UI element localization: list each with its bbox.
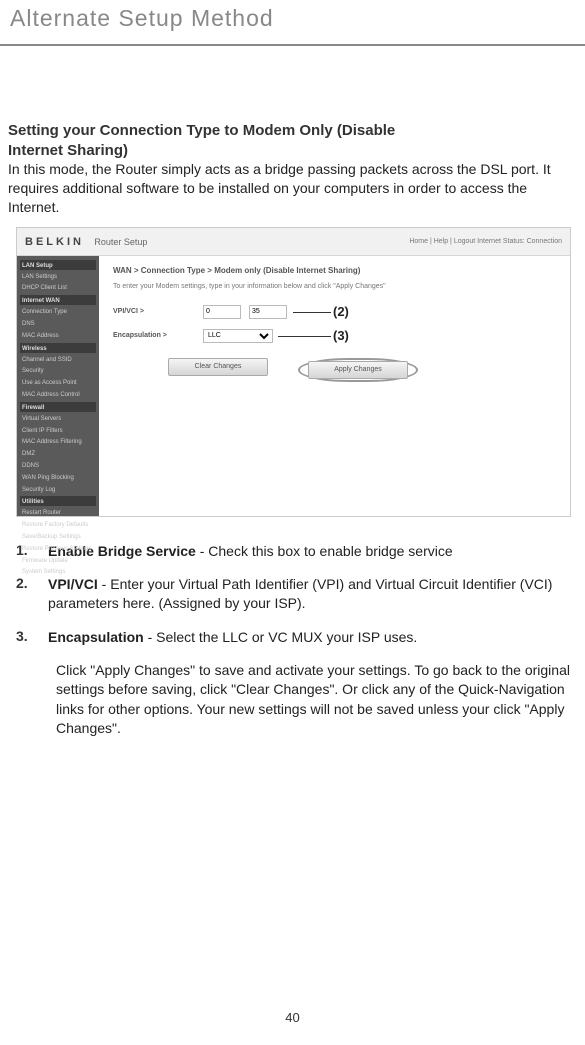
list-item-2: 2. VPI/VCI - Enter your Virtual Path Ide… bbox=[16, 575, 577, 614]
screenshot-breadcrumb: WAN > Connection Type > Modem only (Disa… bbox=[113, 266, 556, 275]
callout-3: (3) bbox=[333, 328, 349, 343]
vpi-input[interactable] bbox=[203, 305, 241, 319]
topbar-links: Home | Help | Logout Internet Status: Co… bbox=[409, 238, 562, 245]
sidebar-item: Channel and SSID bbox=[20, 355, 96, 367]
vci-input[interactable] bbox=[249, 305, 287, 319]
sidebar-item: Restore Previous Settings bbox=[20, 544, 96, 556]
sidebar-item: Security bbox=[20, 366, 96, 378]
list-text: Enable Bridge Service - Check this box t… bbox=[48, 542, 453, 561]
callout-line-3 bbox=[278, 336, 331, 337]
page-header-title: Alternate Setup Method bbox=[8, 5, 577, 32]
sidebar-item: Security Log bbox=[20, 485, 96, 497]
section-heading-line1: Setting your Connection Type to Modem On… bbox=[8, 121, 577, 141]
callout-2: (2) bbox=[333, 304, 349, 319]
sidebar-item: System Settings bbox=[20, 567, 96, 579]
sidebar-item: Restore Factory Defaults bbox=[20, 520, 96, 532]
list-desc: - Select the LLC or VC MUX your ISP uses… bbox=[144, 629, 418, 645]
screenshot-instruction: To enter your Modem settings, type in yo… bbox=[113, 283, 556, 290]
list-item-3: 3. Encapsulation - Select the LLC or VC … bbox=[16, 628, 577, 647]
sidebar-item: Virtual Servers bbox=[20, 414, 96, 426]
sidebar-item: DMZ bbox=[20, 449, 96, 461]
header-divider bbox=[0, 44, 585, 46]
section-heading-line2: Internet Sharing) bbox=[8, 141, 577, 161]
list-term: Encapsulation bbox=[48, 629, 144, 645]
sidebar-item: WAN Ping Blocking bbox=[20, 473, 96, 485]
sidebar-item: MAC Address Filtering bbox=[20, 437, 96, 449]
belkin-logo: BELKIN bbox=[25, 236, 84, 248]
sidebar-item: Client IP Filters bbox=[20, 426, 96, 438]
list-number: 2. bbox=[16, 575, 48, 614]
sidebar-item: Firmware Update bbox=[20, 556, 96, 568]
sidebar-item: Use as Access Point bbox=[20, 378, 96, 390]
router-setup-screenshot: BELKIN Router Setup Home | Help | Logout… bbox=[16, 227, 571, 517]
sidebar-item: DNS bbox=[20, 319, 96, 331]
list-text: VPI/VCI - Enter your Virtual Path Identi… bbox=[48, 575, 577, 614]
sidebar-section-wan: Internet WAN bbox=[20, 295, 96, 305]
followup-paragraph: Click "Apply Changes" to save and activa… bbox=[56, 661, 577, 738]
sidebar-item: Save/Backup Settings bbox=[20, 532, 96, 544]
vpi-vci-label: VPI/VCI > bbox=[113, 308, 203, 315]
list-text: Encapsulation - Select the LLC or VC MUX… bbox=[48, 628, 417, 647]
numbered-list: 1. Enable Bridge Service - Check this bo… bbox=[16, 542, 577, 739]
list-item-1: 1. Enable Bridge Service - Check this bo… bbox=[16, 542, 577, 561]
logo-subtitle: Router Setup bbox=[94, 237, 147, 247]
sidebar-item: Connection Type bbox=[20, 307, 96, 319]
section-heading: Setting your Connection Type to Modem On… bbox=[8, 121, 577, 160]
clear-changes-button[interactable]: Clear Changes bbox=[168, 358, 268, 376]
sidebar-item: DDNS bbox=[20, 461, 96, 473]
screenshot-topbar: BELKIN Router Setup Home | Help | Logout… bbox=[17, 228, 570, 256]
sidebar-item: Restart Router bbox=[20, 508, 96, 520]
screenshot-main: WAN > Connection Type > Modem only (Disa… bbox=[99, 256, 570, 516]
sidebar-section-utilities: Utilities bbox=[20, 496, 96, 506]
sidebar-section-firewall: Firewall bbox=[20, 402, 96, 412]
sidebar-item: LAN Settings bbox=[20, 272, 96, 284]
list-desc: - Check this box to enable bridge servic… bbox=[196, 543, 453, 559]
intro-paragraph: In this mode, the Router simply acts as … bbox=[8, 160, 577, 217]
sidebar-section-lan: LAN Setup bbox=[20, 260, 96, 270]
list-desc: - Enter your Virtual Path Identifier (VP… bbox=[48, 576, 552, 611]
button-row: Clear Changes Apply Changes bbox=[168, 358, 556, 382]
vpi-vci-row: VPI/VCI > (2) bbox=[113, 305, 556, 319]
encapsulation-label: Encapsulation > bbox=[113, 332, 203, 339]
callout-line-2 bbox=[293, 312, 331, 313]
page-number: 40 bbox=[285, 1010, 299, 1025]
sidebar-item: DHCP Client List bbox=[20, 283, 96, 295]
sidebar-item: MAC Address bbox=[20, 331, 96, 343]
screenshot-body: LAN Setup LAN Settings DHCP Client List … bbox=[17, 256, 570, 516]
list-number: 3. bbox=[16, 628, 48, 647]
screenshot-sidebar: LAN Setup LAN Settings DHCP Client List … bbox=[17, 256, 99, 516]
encapsulation-select[interactable]: LLC bbox=[203, 329, 273, 343]
apply-changes-button[interactable]: Apply Changes bbox=[308, 361, 408, 379]
encapsulation-row: Encapsulation > LLC (3) bbox=[113, 329, 556, 343]
apply-highlight-circle: Apply Changes bbox=[298, 358, 418, 382]
sidebar-item: MAC Address Control bbox=[20, 390, 96, 402]
sidebar-section-wireless: Wireless bbox=[20, 343, 96, 353]
